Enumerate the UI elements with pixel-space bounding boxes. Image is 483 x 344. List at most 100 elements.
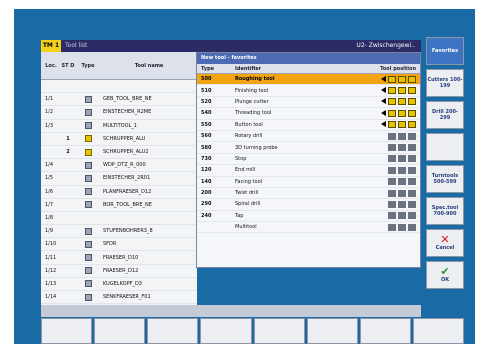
row-type xyxy=(75,108,101,116)
tool-position-icon xyxy=(398,178,406,186)
special-tools-softkey[interactable]: Spec.tool 700-900 xyxy=(426,197,464,225)
table-row[interactable] xyxy=(41,80,197,94)
favorite-row[interactable]: 120 End mill xyxy=(197,165,420,177)
turntools-label: Turntools 500-599 xyxy=(431,173,459,185)
window-title: Tool list xyxy=(65,42,88,49)
table-row[interactable]: 1/8 xyxy=(41,212,197,226)
favorite-row[interactable]: 560 Rotary drill xyxy=(197,131,420,143)
favorite-row[interactable]: 540 Threading tool xyxy=(197,108,420,120)
tool-position-icon xyxy=(408,87,416,95)
table-row[interactable]: 1/10 SFDR xyxy=(41,238,197,252)
table-row[interactable]: 1/14 SENKFRAESER_F01 xyxy=(41,291,197,305)
tool-position-icon xyxy=(398,200,406,208)
table-row[interactable]: 1/11 FRAESER_D10 xyxy=(41,251,197,265)
favorite-row[interactable]: Multitool xyxy=(197,222,420,234)
tool-position-icon xyxy=(388,189,396,197)
table-row[interactable]: 1/12 FRAESER_D12 xyxy=(41,265,197,278)
table-row[interactable]: 1/4 WDP_DTZ_R_000 xyxy=(41,159,197,173)
tool-position-icon xyxy=(388,178,396,186)
tool-position-icon xyxy=(388,223,396,231)
multitool-icon xyxy=(84,148,92,156)
tool-position-icons xyxy=(358,98,420,106)
favorite-row[interactable]: 290 Spiral drill xyxy=(197,199,420,211)
table-row[interactable]: 1/3 MULTITOOL_1 xyxy=(41,120,197,133)
row-type: 550 xyxy=(201,121,212,128)
bottom-softkey-4[interactable] xyxy=(200,318,252,344)
row-identifier: Tap xyxy=(235,212,244,219)
favorites-softkey[interactable]: Favorites xyxy=(426,37,464,65)
tool-position-icon xyxy=(398,155,406,163)
tool-type-icon xyxy=(84,108,92,116)
table-row[interactable]: 1/1 GEB_TOOL_BRE_NE xyxy=(41,93,197,107)
table-row[interactable]: 1 SCHRUPPER_ALU xyxy=(41,133,197,146)
tool-position-icon xyxy=(388,144,396,152)
favorite-row[interactable]: 550 Button tool xyxy=(197,120,420,131)
drill-label: Drill 200-299 xyxy=(431,109,458,121)
bottom-softkey-5[interactable] xyxy=(253,318,305,344)
favorites-rows: 500 Roughing tool 510 Finishing tool 520 Plun… xyxy=(197,74,420,234)
row-location: 1/7 xyxy=(45,201,54,208)
cutters-label: Cutters 100-199 xyxy=(427,77,463,89)
row-type xyxy=(75,280,101,288)
favorite-row[interactable]: 140 Facing tool xyxy=(197,177,420,188)
favorite-row[interactable]: 240 Tap xyxy=(197,211,420,223)
table-row[interactable]: 1/9 STUFENBOHRER3_8 xyxy=(41,225,197,239)
tool-position-icons xyxy=(358,189,420,197)
tool-position-icon xyxy=(408,212,416,220)
row-identifier: Stop xyxy=(235,155,247,162)
turntools-softkey[interactable]: Turntools 500-599 xyxy=(426,165,464,193)
tool-type-icon xyxy=(84,201,92,209)
table-row[interactable]: 1/2 EINSTECHER_R2ME xyxy=(41,106,197,120)
tool-position-icons xyxy=(358,223,420,231)
table-row[interactable]: 1/5 EINSTECHER_2R01 xyxy=(41,172,197,186)
arrow-left-icon xyxy=(381,98,386,105)
tool-position-icon xyxy=(408,178,416,186)
bottom-softkey-6[interactable] xyxy=(306,318,358,344)
favorite-row[interactable]: 730 Stop xyxy=(197,154,420,166)
row-no: 2 xyxy=(66,149,70,156)
cutters-softkey[interactable]: Cutters 100-199 xyxy=(426,69,464,97)
tool-position-icon xyxy=(398,166,406,174)
row-tool-name: GEB_TOOL_BRE_NE xyxy=(103,96,152,103)
table-row[interactable]: 2 SCHRUPPER_ALU2 xyxy=(41,146,197,160)
favorite-row[interactable]: 500 Roughing tool xyxy=(197,74,420,86)
header-tool-name: Tool name xyxy=(134,62,164,69)
bottom-softkey-1[interactable] xyxy=(41,318,93,344)
tool-type-icon xyxy=(84,254,92,262)
row-type xyxy=(75,135,101,143)
tool-type-icon xyxy=(84,240,92,248)
table-row[interactable]: 1/13 KUGELKOPF_D3 xyxy=(41,278,197,291)
favorite-row[interactable]: 200 Twist drill xyxy=(197,188,420,200)
favorite-row[interactable]: 580 3D turning probe xyxy=(197,142,420,154)
drill-softkey[interactable]: Drill 200-299 xyxy=(426,101,464,129)
tool-position-icon xyxy=(408,200,416,208)
bottom-softkey-8[interactable] xyxy=(412,318,464,344)
cancel-x-icon: ✕ xyxy=(440,233,450,246)
tool-type-icon xyxy=(85,83,92,90)
tool-position-icon xyxy=(398,75,406,83)
bottom-softkey-2[interactable] xyxy=(94,318,146,344)
status-strip xyxy=(41,305,421,317)
row-identifier: Plunge cutter xyxy=(235,98,269,105)
favorite-row[interactable]: 520 Plunge cutter xyxy=(197,97,420,109)
tool-position-icons xyxy=(358,87,420,95)
row-location: 1/4 xyxy=(45,162,54,169)
tool-position-icon xyxy=(408,223,416,231)
cancel-softkey[interactable]: ✕ Cancel xyxy=(426,229,464,257)
row-tool-name: EINSTECHER_2R01 xyxy=(103,175,151,182)
bottom-softkey-7[interactable] xyxy=(359,318,411,344)
row-type: 540 xyxy=(201,110,212,117)
bottom-softkey-3[interactable] xyxy=(147,318,199,344)
row-identifier: Facing tool xyxy=(235,178,263,185)
row-type: 580 xyxy=(201,144,212,151)
table-row[interactable]: 1/7 BOR_TOOL_BRE_NE xyxy=(41,199,197,212)
row-type: 120 xyxy=(201,167,212,174)
empty-softkey-1[interactable] xyxy=(426,133,464,161)
tool-list-rows: 1/1 GEB_TOOL_BRE_NE 1/2 EINSTECHER_R2ME 1/3 M… xyxy=(41,80,197,305)
ok-softkey[interactable]: ✔ OK xyxy=(426,261,464,289)
favorite-row[interactable]: 510 Finishing tool xyxy=(197,85,420,97)
new-tool-favorites-dialog: New tool - favorites Type Identifier Too… xyxy=(196,52,421,268)
table-row[interactable]: 1/6 PLANFRAESER_D12 xyxy=(41,186,197,199)
row-tool-name: KUGELKOPF_D3 xyxy=(103,280,142,287)
row-type: 290 xyxy=(201,201,212,208)
